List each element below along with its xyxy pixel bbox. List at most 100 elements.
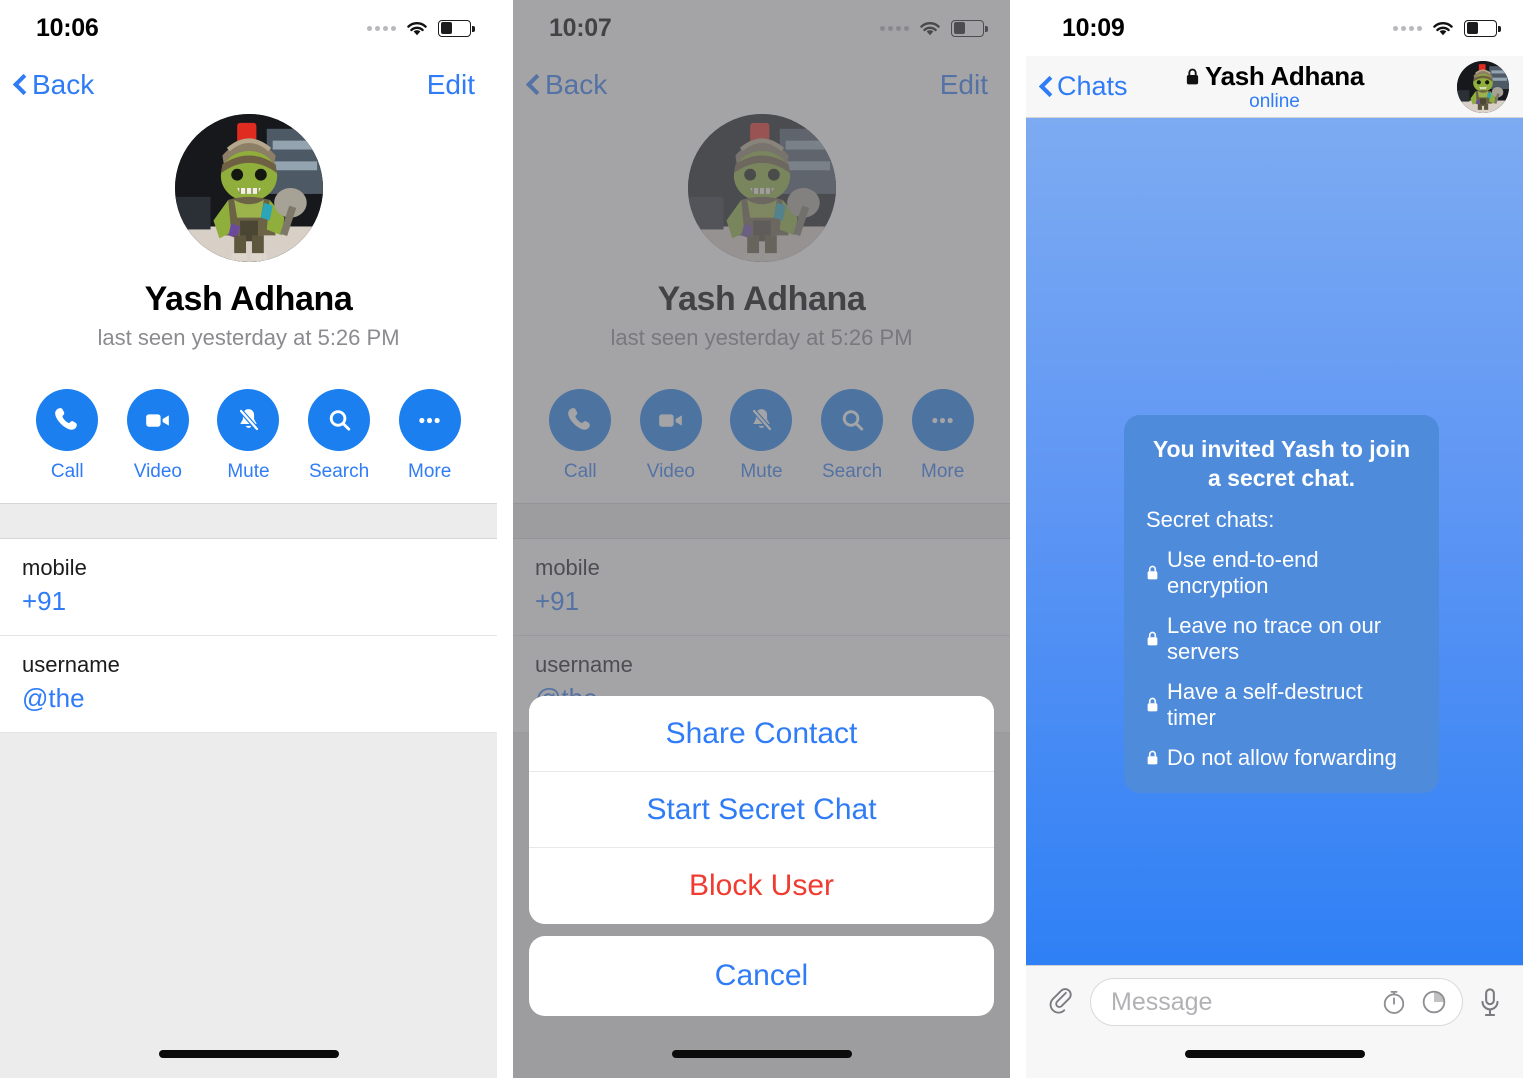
status-bar-time: 10:06 [36, 13, 99, 42]
phone-icon [549, 389, 612, 451]
chevron-left-icon [1040, 74, 1054, 100]
contact-avatar[interactable] [1457, 60, 1509, 113]
profile-header: Yash Adhana last seen yesterday at 5:26 … [513, 114, 1010, 371]
status-bar: 10:06 [0, 0, 497, 56]
service-message-bullet: Have a self-destruct timer [1146, 679, 1417, 731]
status-bar-indicators [880, 19, 988, 37]
action-more[interactable]: More [904, 389, 982, 483]
info-row-label: mobile [535, 555, 600, 580]
block-user-button[interactable]: Block User [529, 848, 994, 924]
chevron-left-icon [527, 72, 541, 98]
action-video[interactable]: Video [632, 389, 710, 483]
bell-slash-icon [217, 389, 280, 451]
service-message-bullet-label: Do not allow forwarding [1167, 744, 1397, 770]
wifi-icon [1431, 19, 1455, 37]
action-more[interactable]: More [391, 389, 469, 483]
service-message-bullet: Do not allow forwarding [1146, 745, 1417, 771]
quick-actions-row: Call Video Mute Search More [0, 371, 497, 503]
action-sheet-group: Share Contact Start Secret Chat Block Us… [529, 696, 994, 924]
microphone-icon[interactable] [1475, 978, 1505, 1020]
action-call-label: Call [50, 461, 84, 482]
action-sheet: Share Contact Start Secret Chat Block Us… [529, 696, 994, 1016]
signal-dots-icon [880, 25, 909, 31]
message-input-field[interactable]: Message [1090, 978, 1463, 1026]
action-call[interactable]: Call [28, 389, 106, 483]
lock-icon [1146, 630, 1159, 647]
sticker-icon[interactable] [1420, 988, 1448, 1016]
page-title: Yash Adhana [657, 280, 866, 318]
share-contact-button[interactable]: Share Contact [529, 696, 994, 772]
screenshot-collage: 10:06 Back Edit Yash Adhana last seen ye… [0, 0, 1524, 1078]
service-message-title: You invited Yash to join a secret chat. [1152, 436, 1411, 491]
action-mute[interactable]: Mute [722, 389, 800, 483]
home-indicator[interactable] [158, 1050, 339, 1058]
quick-actions-row: Call Video Mute Search More [513, 371, 1010, 503]
status-bar: 10:07 [513, 0, 1010, 56]
edit-button[interactable]: Edit [427, 69, 475, 101]
info-row-mobile[interactable]: mobile +91 [513, 539, 1010, 636]
status-bar-indicators [367, 19, 475, 37]
action-call[interactable]: Call [541, 389, 619, 483]
lock-icon [1146, 749, 1159, 766]
message-field-icons [1380, 988, 1448, 1016]
cancel-button[interactable]: Cancel [529, 936, 994, 1016]
action-video-label: Video [646, 461, 696, 482]
action-video[interactable]: Video [119, 389, 197, 483]
action-mute[interactable]: Mute [209, 389, 287, 483]
paperclip-icon[interactable] [1044, 978, 1078, 1019]
info-row-mobile[interactable]: mobile +91 [0, 539, 497, 636]
info-row-label: mobile [22, 555, 87, 580]
back-button-label: Back [32, 69, 95, 100]
video-camera-icon [126, 389, 189, 451]
self-destruct-timer-icon[interactable] [1380, 988, 1408, 1016]
back-button[interactable]: Back [527, 69, 607, 101]
back-to-chats-button[interactable]: Chats [1040, 71, 1128, 102]
chat-navigation-bar: Chats Yash Adhana online [1026, 56, 1523, 118]
action-search[interactable]: Search [300, 389, 378, 483]
chat-message-area: You invited Yash to join a secret chat. … [1026, 118, 1523, 965]
info-row-value: +91 [22, 586, 67, 616]
phone-icon [36, 389, 99, 451]
screen-secret-chat: 10:09 Chats Yash Adhana online You invit… [1026, 0, 1523, 1078]
lock-icon [1185, 67, 1200, 86]
service-message-bullet: Leave no trace on our servers [1146, 613, 1417, 665]
info-row-value: @the [22, 683, 85, 713]
back-button-label: Back [545, 69, 608, 100]
battery-icon [438, 19, 475, 37]
section-separator [513, 503, 1010, 539]
action-mute-label: Mute [227, 461, 270, 482]
back-to-chats-label: Chats [1057, 71, 1128, 101]
service-message-bullet-label: Have a self-destruct timer [1167, 678, 1363, 730]
action-more-label: More [921, 461, 965, 482]
signal-dots-icon [1393, 25, 1422, 31]
action-more-label: More [408, 461, 452, 482]
service-message-bullet-label: Leave no trace on our servers [1167, 612, 1382, 664]
contact-info-body: Back Edit Yash Adhana last seen yesterda… [0, 56, 497, 1078]
action-mute-label: Mute [740, 461, 783, 482]
navigation-bar: Back Edit [0, 56, 497, 114]
battery-icon [951, 19, 988, 37]
service-message-bullet-label: Use end-to-end encryption [1167, 546, 1319, 598]
info-row-username[interactable]: username @the [0, 636, 497, 733]
home-indicator[interactable] [671, 1050, 852, 1058]
chevron-left-icon [14, 72, 28, 98]
home-indicator[interactable] [1184, 1050, 1365, 1058]
contact-avatar[interactable] [687, 114, 836, 262]
action-call-label: Call [563, 461, 597, 482]
start-secret-chat-button[interactable]: Start Secret Chat [529, 772, 994, 848]
service-message-bullet: Use end-to-end encryption [1146, 547, 1417, 599]
info-row-value: +91 [535, 586, 580, 616]
lock-icon [1146, 564, 1159, 581]
info-row-label: username [22, 652, 120, 677]
edit-button[interactable]: Edit [940, 69, 988, 101]
action-search[interactable]: Search [813, 389, 891, 483]
lock-icon [1146, 696, 1159, 713]
search-icon [308, 389, 371, 451]
service-message-subtitle: Secret chats: [1146, 506, 1275, 532]
contact-avatar[interactable] [174, 114, 323, 262]
last-seen-status: last seen yesterday at 5:26 PM [97, 325, 400, 350]
message-input-placeholder: Message [1111, 987, 1213, 1016]
profile-header: Yash Adhana last seen yesterday at 5:26 … [0, 114, 497, 371]
info-row-label: username [535, 652, 633, 677]
back-button[interactable]: Back [14, 69, 94, 101]
